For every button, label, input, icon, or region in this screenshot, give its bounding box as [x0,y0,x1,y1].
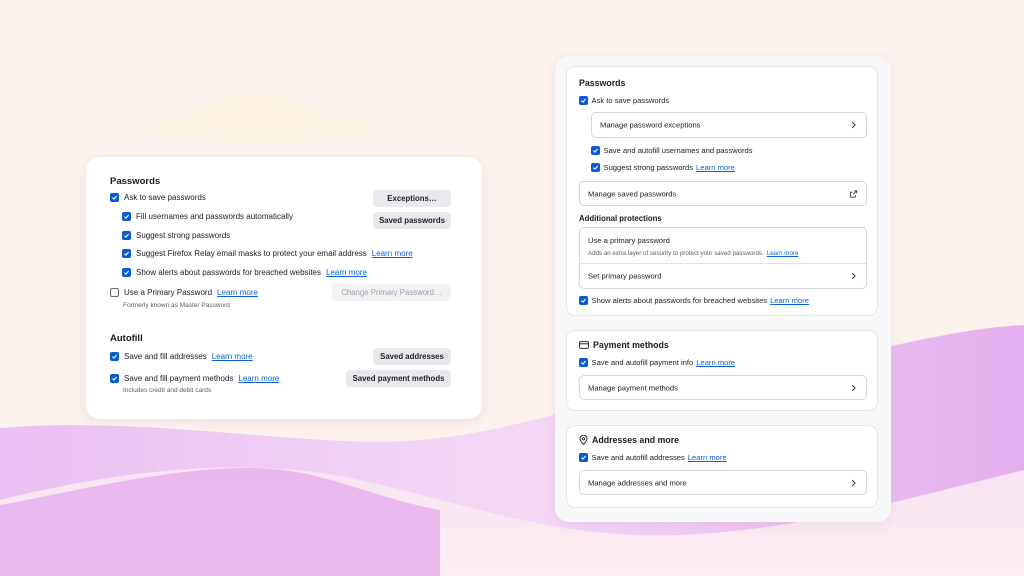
primary-password-subtext: Formerly known as Master Password [123,302,230,309]
save-addresses-label: Save and fill addresses [124,352,207,361]
learn-more-link[interactable]: Learn more [696,163,735,172]
exceptions-button[interactable]: Exceptions… [373,190,451,207]
addresses-card: Addresses and more Save and autofill add… [566,425,878,508]
learn-more-link[interactable]: Learn more [696,358,735,367]
chevron-right-icon [851,121,856,129]
checkbox-checked-icon[interactable] [110,352,119,361]
payment-methods-heading-row: Payment methods [579,340,669,350]
saved-payment-methods-button[interactable]: Saved payment methods [346,370,451,387]
primary-password-title: Use a primary password [588,236,670,245]
saved-addresses-button[interactable]: Saved addresses [373,348,451,365]
payment-subtext: Includes credit and debit cards [123,387,212,394]
passwords-card: Passwords Ask to save passwords Manage p… [566,66,878,316]
breach-alerts-row[interactable]: Show alerts about passwords for breached… [122,268,367,277]
learn-more-link[interactable]: Learn more [212,352,253,361]
old-settings-panel: Passwords Ask to save passwords Exceptio… [86,157,482,419]
checkbox-checked-icon[interactable] [122,249,131,258]
checkbox-unchecked-icon[interactable] [110,288,119,297]
primary-password-label: Use a Primary Password [124,288,213,297]
relay-label: Suggest Firefox Relay email masks to pro… [136,249,367,258]
manage-saved-passwords-row[interactable]: Manage saved passwords [579,181,867,206]
payment-save-label: Save and autofill payment info [591,358,694,367]
payment-methods-card: Payment methods Save and autofill paymen… [566,330,878,411]
checkbox-checked-icon[interactable] [579,358,588,367]
suggest-strong-label: Suggest strong passwords [136,231,231,240]
save-autofill-row[interactable]: Save and autofill usernames and password… [591,146,753,155]
checkbox-checked-icon[interactable] [579,96,588,105]
manage-saved-passwords-label: Manage saved passwords [588,189,677,198]
credit-card-icon [579,341,589,349]
new-settings-panel: Passwords Ask to save passwords Manage p… [555,56,891,522]
payment-methods-heading: Payment methods [593,340,669,350]
checkbox-checked-icon[interactable] [591,146,600,155]
manage-exceptions-label: Manage password exceptions [600,120,701,130]
primary-password-description-row: Adds an extra layer of security to prote… [588,248,798,257]
relay-row[interactable]: Suggest Firefox Relay email masks to pro… [122,249,413,258]
checkbox-checked-icon[interactable] [591,163,600,172]
set-primary-password-row[interactable]: Set primary password [580,264,866,288]
save-payment-row[interactable]: Save and fill payment methods Learn more [110,374,279,383]
suggest-strong-row[interactable]: Suggest strong passwords Learn more [591,163,735,172]
checkbox-checked-icon[interactable] [110,193,119,202]
ask-save-passwords-row[interactable]: Ask to save passwords [110,193,206,202]
additional-protections-heading: Additional protections [579,214,662,223]
checkbox-checked-icon[interactable] [122,231,131,240]
learn-more-link[interactable]: Learn more [767,250,799,257]
manage-exceptions-row[interactable]: Manage password exceptions [591,112,867,138]
set-primary-password-label: Set primary password [588,271,662,281]
ask-save-passwords-row[interactable]: Ask to save passwords [579,96,669,105]
addresses-heading-row: Addresses and more [579,435,679,445]
saved-passwords-button[interactable]: Saved passwords [373,212,451,229]
chevron-right-icon [851,272,856,280]
checkbox-checked-icon[interactable] [579,296,588,305]
learn-more-link[interactable]: Learn more [770,296,809,305]
checkbox-checked-icon[interactable] [579,453,588,462]
payment-save-row[interactable]: Save and autofill payment info Learn mor… [579,358,735,367]
learn-more-link[interactable]: Learn more [372,249,413,258]
chevron-right-icon [851,384,856,391]
checkbox-checked-icon[interactable] [122,268,131,277]
save-addresses-row[interactable]: Save and fill addresses Learn more [110,352,253,361]
breach-alerts-label: Show alerts about passwords for breached… [136,268,321,277]
addresses-heading: Addresses and more [592,435,680,445]
change-primary-password-button[interactable]: Change Primary Password… [332,284,451,301]
passwords-heading: Passwords [110,176,161,187]
learn-more-link[interactable]: Learn more [238,374,279,383]
primary-password-row[interactable]: Use a Primary Password Learn more [110,288,258,297]
suggest-strong-label: Suggest strong passwords [603,163,694,172]
ask-save-passwords-label: Ask to save passwords [591,96,670,105]
learn-more-link[interactable]: Learn more [326,268,367,277]
passwords-heading: Passwords [579,78,626,88]
breach-alerts-row[interactable]: Show alerts about passwords for breached… [579,296,809,305]
addresses-save-label: Save and autofill addresses [591,453,685,462]
save-payment-label: Save and fill payment methods [124,374,234,383]
primary-password-group: Use a primary password Adds an extra lay… [579,227,867,289]
external-link-icon [849,189,858,198]
manage-addresses-label: Manage addresses and more [588,478,687,487]
manage-payment-methods-row[interactable]: Manage payment methods [579,375,867,400]
addresses-save-row[interactable]: Save and autofill addresses Learn more [579,453,727,462]
manage-payment-methods-label: Manage payment methods [588,383,678,392]
location-pin-icon [579,435,588,445]
learn-more-link[interactable]: Learn more [688,453,727,462]
learn-more-link[interactable]: Learn more [217,288,258,297]
breach-alerts-label: Show alerts about passwords for breached… [591,296,768,305]
ask-save-passwords-label: Ask to save passwords [124,193,206,202]
chevron-right-icon [851,479,856,486]
save-autofill-label: Save and autofill usernames and password… [603,146,753,155]
fill-automatically-row[interactable]: Fill usernames and passwords automatical… [122,212,293,221]
primary-password-description: Adds an extra layer of security to prote… [588,250,764,257]
autofill-heading: Autofill [110,333,143,344]
manage-addresses-row[interactable]: Manage addresses and more [579,470,867,495]
fill-automatically-label: Fill usernames and passwords automatical… [136,212,293,221]
checkbox-checked-icon[interactable] [122,212,131,221]
suggest-strong-row[interactable]: Suggest strong passwords [122,231,230,240]
checkbox-checked-icon[interactable] [110,374,119,383]
